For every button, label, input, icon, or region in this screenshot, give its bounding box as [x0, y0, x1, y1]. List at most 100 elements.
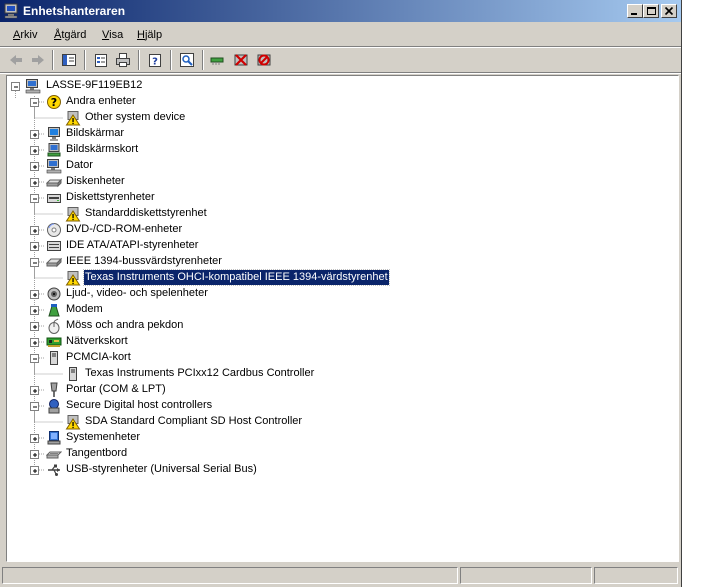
menu-hjalp[interactable]: Hjälp	[137, 29, 162, 41]
help-button[interactable]: ?	[144, 50, 166, 70]
tree-device-item-selected[interactable]: Texas Instruments OHCI-kompatibel IEEE 1…	[83, 269, 390, 286]
tree-root-collapse-button[interactable]	[11, 82, 20, 91]
uninstall-icon	[234, 54, 248, 66]
tree-expander[interactable]	[30, 242, 39, 251]
tree-device-item[interactable]: Other system device	[84, 110, 186, 125]
forward-button[interactable]	[27, 50, 49, 70]
tree-category-item[interactable]: Bildskärmar	[65, 126, 125, 141]
tree-expander[interactable]	[30, 258, 39, 267]
tree-expander[interactable]	[30, 402, 39, 411]
modem-icon	[48, 304, 60, 317]
tree-category-item[interactable]: Nätverkskort	[65, 334, 129, 349]
toolbar: ?	[0, 47, 681, 73]
properties-icon	[95, 54, 107, 67]
close-button[interactable]	[661, 4, 677, 18]
computer-icon	[25, 79, 41, 94]
maximize-button[interactable]	[643, 4, 659, 18]
menu-atgard[interactable]: Åtgärd	[54, 29, 86, 41]
tree-device-item[interactable]: SDA Standard Compliant SD Host Controlle…	[84, 414, 303, 429]
print-button[interactable]	[112, 50, 134, 70]
tree-expander[interactable]	[30, 322, 39, 331]
mouse-icon	[48, 318, 60, 334]
tree-category-item[interactable]: Diskenheter	[65, 174, 126, 189]
toolbar-separator	[170, 50, 172, 70]
tree-expander[interactable]	[30, 306, 39, 315]
tree-expander[interactable]	[30, 290, 39, 299]
toolbar-bottom-separator	[0, 72, 681, 74]
svg-text:?: ?	[152, 57, 158, 68]
tree-category-item[interactable]: Diskettstyrenheter	[65, 190, 156, 205]
show-hide-console-tree-icon	[62, 54, 76, 66]
tree-expander[interactable]	[30, 146, 39, 155]
toolbar-separator	[138, 50, 140, 70]
back-button[interactable]	[5, 50, 27, 70]
help-icon: ?	[149, 54, 161, 68]
tree-category-item[interactable]: Andra enheter	[65, 94, 137, 109]
sound-icon	[47, 287, 61, 301]
tree-category-item[interactable]: Möss och andra pekdon	[65, 318, 184, 333]
tree-expander[interactable]	[30, 434, 39, 443]
tree-category-item[interactable]: Bildskärmskort	[65, 142, 139, 157]
cdrom-icon	[47, 223, 61, 237]
warning-device-icon	[65, 415, 81, 430]
tree-category-item[interactable]: Tangentbord	[65, 446, 128, 461]
status-panel-main	[2, 567, 458, 584]
tree-category-item[interactable]: IEEE 1394-bussvärdstyrenheter	[65, 254, 223, 269]
tree-expander[interactable]	[30, 162, 39, 171]
device-manager-window: Enhetshanteraren Arkiv Åtgärd Visa Hjälp	[0, 0, 682, 587]
tree-category-item[interactable]: USB-styrenheter (Universal Serial Bus)	[65, 462, 258, 477]
tree-expander[interactable]	[30, 194, 39, 203]
tree-category-item[interactable]: Secure Digital host controllers	[65, 398, 213, 413]
tree-category-item[interactable]: DVD-/CD-ROM-enheter	[65, 222, 183, 237]
system-device-icon	[47, 431, 61, 445]
properties-button[interactable]	[90, 50, 112, 70]
tree-expander[interactable]	[30, 386, 39, 395]
monitor-icon	[48, 127, 60, 141]
tree-expander[interactable]	[30, 466, 39, 475]
tree-expander[interactable]	[30, 226, 39, 235]
forward-arrow-icon	[32, 55, 44, 65]
toolbar-separator	[202, 50, 204, 70]
print-icon	[116, 53, 130, 67]
pcmcia-icon	[69, 367, 77, 381]
device-tree[interactable]: LASSE-9F119EB12? Andra enheter Other syste…	[6, 75, 679, 562]
tree-expander[interactable]	[30, 98, 39, 107]
tree-category-item[interactable]: IDE ATA/ATAPI-styrenheter	[65, 238, 199, 253]
device-manager-icon	[4, 3, 18, 19]
disable-button[interactable]	[253, 50, 275, 70]
tree-category-item[interactable]: Dator	[65, 158, 94, 173]
scan-hardware-button[interactable]	[176, 50, 198, 70]
menu-visa[interactable]: Visa	[102, 29, 123, 41]
tree-expander[interactable]	[30, 338, 39, 347]
title-bar[interactable]: Enhetshanteraren	[0, 0, 681, 22]
menu-bar: Arkiv Åtgärd Visa Hjälp	[0, 24, 681, 46]
maximize-icon	[647, 7, 656, 15]
minimize-button[interactable]	[627, 4, 643, 18]
disk-drive-icon	[46, 178, 62, 188]
toolbar-separator	[84, 50, 86, 70]
show-hide-tree-button[interactable]	[58, 50, 80, 70]
tree-category-item[interactable]: Systemenheter	[65, 430, 141, 445]
tree-category-item[interactable]: Portar (COM & LPT)	[65, 382, 167, 397]
tree-expander[interactable]	[30, 178, 39, 187]
tree-expander[interactable]	[30, 354, 39, 363]
keyboard-icon	[46, 451, 62, 459]
tree-expander[interactable]	[30, 130, 39, 139]
tree-category-item[interactable]: Modem	[65, 302, 104, 317]
uninstall-button[interactable]	[230, 50, 252, 70]
tree-category-item[interactable]: PCMCIA-kort	[65, 350, 132, 365]
tree-root-label[interactable]: LASSE-9F119EB12	[45, 78, 143, 93]
back-arrow-icon	[10, 55, 22, 65]
tree-device-item[interactable]: Texas Instruments PCIxx12 Cardbus Contro…	[84, 366, 315, 381]
window-title: Enhetshanteraren	[23, 4, 126, 18]
tree-category-item[interactable]: Ljud-, video- och spelenheter	[65, 286, 209, 301]
ide-controller-icon	[47, 241, 61, 251]
menu-arkiv[interactable]: Arkiv	[13, 29, 37, 41]
update-driver-icon	[210, 57, 224, 65]
tree-expander[interactable]	[30, 450, 39, 459]
update-driver-button[interactable]	[206, 50, 228, 70]
display-adapter-icon	[47, 143, 61, 157]
tree-device-item[interactable]: Standarddiskettstyrenhet	[84, 206, 208, 221]
floppy-controller-icon	[47, 194, 61, 203]
pcmcia-icon	[50, 351, 58, 365]
